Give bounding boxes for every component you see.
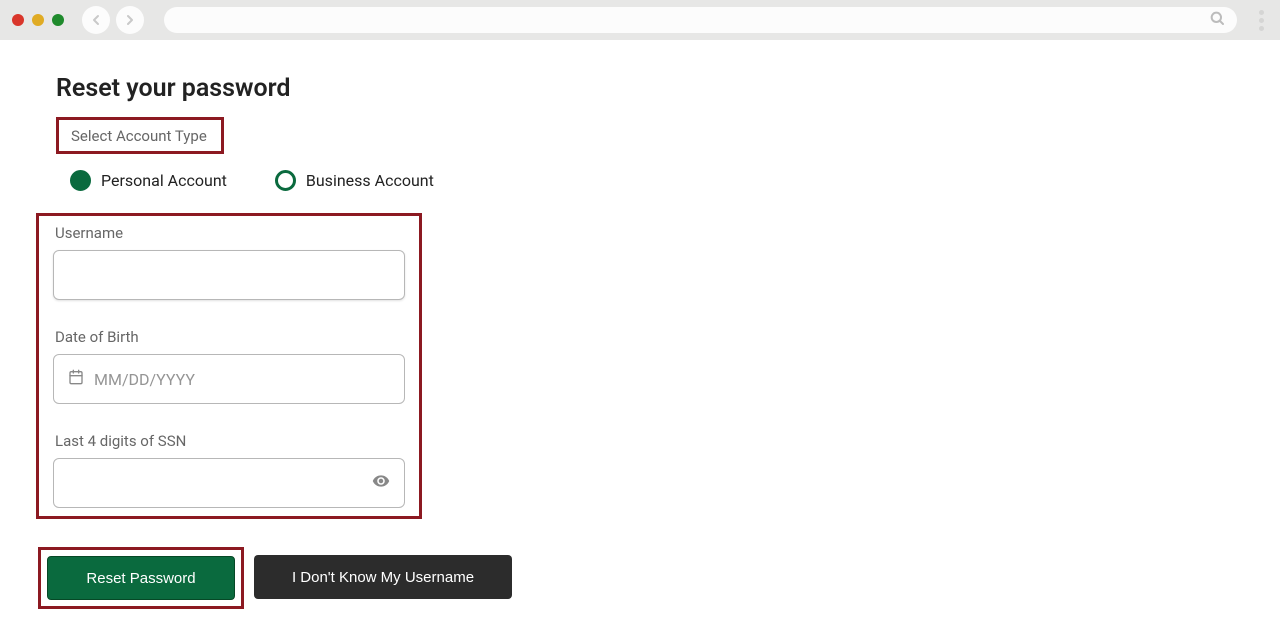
radio-selected-icon <box>70 170 91 191</box>
username-label: Username <box>53 224 405 250</box>
search-icon <box>1209 10 1225 30</box>
maximize-window-icon[interactable] <box>52 14 64 26</box>
business-account-radio[interactable]: Business Account <box>275 170 434 191</box>
reset-button-highlight: Reset Password <box>38 547 244 609</box>
username-input[interactable] <box>53 250 405 300</box>
dob-input[interactable]: MM/DD/YYYY <box>53 354 405 404</box>
ssn-input[interactable] <box>53 458 405 508</box>
close-window-icon[interactable] <box>12 14 24 26</box>
page-title: Reset your password <box>56 74 1224 103</box>
browser-chrome <box>0 0 1280 40</box>
ssn-field-block: Last 4 digits of SSN <box>53 432 405 508</box>
reset-password-button[interactable]: Reset Password <box>47 556 235 600</box>
calendar-icon <box>68 369 84 389</box>
radio-unselected-icon <box>275 170 296 191</box>
nav-buttons <box>82 6 144 34</box>
back-button[interactable] <box>82 6 110 34</box>
ssn-label: Last 4 digits of SSN <box>53 432 405 458</box>
personal-account-label: Personal Account <box>101 171 227 190</box>
show-hide-icon[interactable] <box>372 472 390 494</box>
dob-field-block: Date of Birth MM/DD/YYYY <box>53 328 405 404</box>
address-bar[interactable] <box>164 7 1237 33</box>
main-content: Reset your password Select Account Type … <box>0 40 1280 643</box>
form-fields-highlight: Username Date of Birth MM/DD/YYYY Last 4… <box>36 213 422 519</box>
account-type-highlight: Select Account Type <box>56 117 224 154</box>
dob-placeholder: MM/DD/YYYY <box>94 370 195 389</box>
dob-label: Date of Birth <box>53 328 405 354</box>
personal-account-radio[interactable]: Personal Account <box>70 170 227 191</box>
more-menu-icon[interactable] <box>1259 10 1264 31</box>
forward-button[interactable] <box>116 6 144 34</box>
window-controls <box>12 14 64 26</box>
account-type-radio-group: Personal Account Business Account <box>56 160 1224 213</box>
account-type-label: Select Account Type <box>71 127 207 145</box>
business-account-label: Business Account <box>306 171 434 190</box>
button-row: Reset Password I Don't Know My Username <box>38 547 1224 609</box>
unknown-username-button[interactable]: I Don't Know My Username <box>254 555 512 599</box>
minimize-window-icon[interactable] <box>32 14 44 26</box>
username-field-block: Username <box>53 224 405 300</box>
